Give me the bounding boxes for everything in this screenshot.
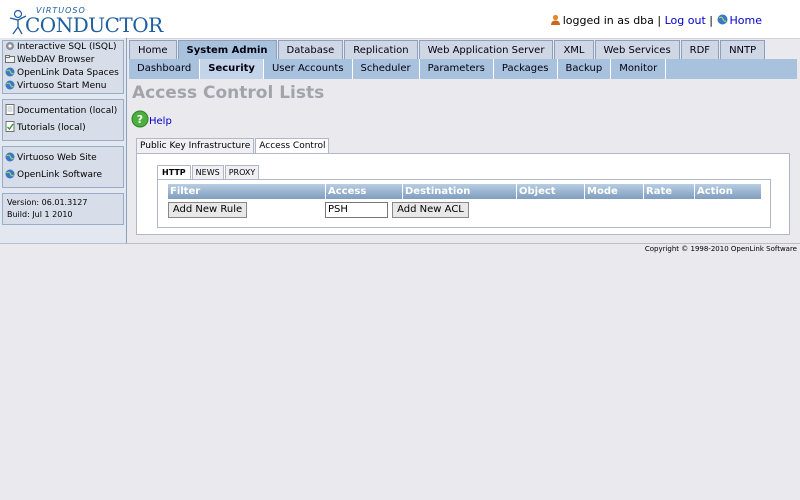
column-header-mode: Mode <box>585 184 644 199</box>
sub-tab-scheduler[interactable]: Scheduler <box>353 59 420 79</box>
acl-table-header: Filter Access Destination Object Mode Ra… <box>168 184 762 199</box>
separator: | <box>657 14 662 27</box>
main-tab-system-admin[interactable]: System Admin <box>177 40 277 59</box>
virtuoso-conductor-logo[interactable]: VIRTUOSO CONDUCTOR <box>8 5 163 37</box>
sidebar-item-label: Virtuoso Web Site <box>17 153 97 163</box>
logged-in-text: logged in as dba <box>562 14 654 27</box>
sidebar-group-links: Virtuoso Web Site OpenLink Software <box>2 146 124 188</box>
add-new-rule-button[interactable]: Add New Rule <box>168 202 247 218</box>
sub-nav-tabs: Dashboard Security User Accounts Scheduler P… <box>129 59 797 79</box>
logo-big-text: CONDUCTOR <box>25 13 163 37</box>
help-icon: ? <box>131 110 149 128</box>
user-bar: logged in as dba | Log out | Home <box>550 14 762 27</box>
column-header-destination: Destination <box>403 184 517 199</box>
sidebar-item-label: Interactive SQL (ISQL) <box>17 42 117 52</box>
main-tab-rdf[interactable]: RDF <box>680 40 720 59</box>
sub-tab-monitor[interactable]: Monitor <box>611 59 667 79</box>
sidebar-group-tools: Interactive SQL (ISQL) WebDAV Browser Op… <box>2 40 124 94</box>
sub-tab-packages[interactable]: Packages <box>494 59 558 79</box>
help-label: Help <box>149 116 172 127</box>
globe-icon <box>717 14 728 25</box>
gear-icon <box>6 42 14 50</box>
column-header-object: Object <box>517 184 585 199</box>
sidebar-item-virtuoso-site[interactable]: Virtuoso Web Site <box>3 150 123 167</box>
version-box: Version: 06.01.3127 Build: Jul 1 2010 <box>2 193 124 225</box>
add-new-acl-button[interactable]: Add New ACL <box>392 202 469 218</box>
main-tab-replication[interactable]: Replication <box>344 40 418 59</box>
globe-icon <box>5 67 15 77</box>
sidebar-item-isql[interactable]: Interactive SQL (ISQL) <box>3 41 123 54</box>
main-tab-web-services[interactable]: Web Services <box>594 40 680 59</box>
sidebar-item-openlink-software[interactable]: OpenLink Software <box>3 167 123 184</box>
version-text: Version: 06.01.3127 <box>7 198 88 207</box>
sidebar-item-label: OpenLink Data Spaces <box>17 68 119 78</box>
access-input[interactable]: PSH <box>325 202 388 218</box>
sidebar-item-label: OpenLink Software <box>17 170 103 180</box>
main-tab-xml[interactable]: XML <box>554 40 594 59</box>
column-header-filter: Filter <box>168 184 326 199</box>
protocol-tabs: HTTP NEWS PROXY <box>157 165 260 180</box>
acl-table-container: Filter Access Destination Object Mode Ra… <box>157 179 771 228</box>
copyright-text: Copyright © 1998-2010 OpenLink Software <box>644 245 797 253</box>
sub-tab-parameters[interactable]: Parameters <box>420 59 494 79</box>
help-link[interactable]: ? Help <box>131 110 172 128</box>
separator: | <box>709 14 714 27</box>
column-header-rate: Rate <box>644 184 695 199</box>
sub-tab-user-accounts[interactable]: User Accounts <box>264 59 353 79</box>
tab-http[interactable]: HTTP <box>157 165 191 180</box>
sidebar-item-label: Virtuoso Start Menu <box>17 81 107 91</box>
globe-icon <box>5 169 15 179</box>
app-header: VIRTUOSO CONDUCTOR logged in as dba | Lo… <box>0 0 800 39</box>
globe-icon <box>5 80 15 90</box>
sidebar: Interactive SQL (ISQL) WebDAV Browser Op… <box>0 38 127 244</box>
sidebar-item-data-spaces[interactable]: OpenLink Data Spaces <box>3 67 123 80</box>
sidebar-item-documentation[interactable]: Documentation (local) <box>3 103 123 120</box>
column-header-access: Access <box>326 184 403 199</box>
main-tab-home[interactable]: Home <box>129 40 177 59</box>
sub-tab-dashboard[interactable]: Dashboard <box>129 59 201 79</box>
build-text: Build: Jul 1 2010 <box>7 210 73 219</box>
tab-proxy[interactable]: PROXY <box>224 165 260 180</box>
page-title: Access Control Lists <box>132 83 325 103</box>
document-icon <box>5 104 15 115</box>
folder-icon <box>5 55 15 63</box>
main-nav-tabs: Home System Admin Database Replication Web A… <box>129 40 766 59</box>
sidebar-item-tutorials[interactable]: Tutorials (local) <box>3 120 123 137</box>
sub-tab-backup[interactable]: Backup <box>558 59 612 79</box>
panel-tabs: Public Key Infrastructure Access Control <box>136 138 330 154</box>
footer-divider <box>0 243 800 244</box>
sidebar-group-docs: Documentation (local) Tutorials (local) <box>2 99 124 141</box>
tab-public-key-infrastructure[interactable]: Public Key Infrastructure <box>136 138 255 154</box>
logout-link[interactable]: Log out <box>665 14 706 27</box>
home-link[interactable]: Home <box>730 14 762 27</box>
sidebar-item-label: Documentation (local) <box>17 106 118 116</box>
tab-news[interactable]: NEWS <box>191 165 224 180</box>
tutorial-icon <box>5 121 15 132</box>
sidebar-item-label: Tutorials (local) <box>17 123 86 133</box>
globe-icon <box>5 152 15 162</box>
sidebar-item-label: WebDAV Browser <box>17 55 95 65</box>
sidebar-item-start-menu[interactable]: Virtuoso Start Menu <box>3 80 123 93</box>
main-tab-database[interactable]: Database <box>277 40 344 59</box>
user-icon <box>550 14 560 25</box>
access-control-panel: HTTP NEWS PROXY Filter Access Destinatio… <box>136 153 790 235</box>
svg-text:?: ? <box>137 113 143 126</box>
column-header-action: Action <box>695 184 762 199</box>
main-tab-nntp[interactable]: NNTP <box>720 40 766 59</box>
tab-access-control[interactable]: Access Control <box>255 138 330 154</box>
sub-tab-security[interactable]: Security <box>200 59 264 79</box>
sidebar-item-webdav[interactable]: WebDAV Browser <box>3 54 123 67</box>
main-tab-web-application-server[interactable]: Web Application Server <box>418 40 554 59</box>
